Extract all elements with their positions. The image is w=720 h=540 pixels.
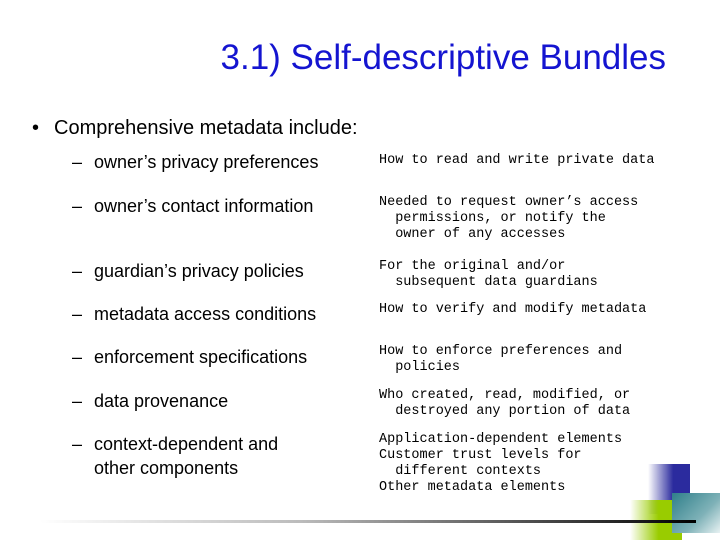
- slide-title: 3.1) Self-descriptive Bundles: [220, 38, 667, 77]
- main-bullet: • Comprehensive metadata include:: [32, 117, 358, 140]
- list-item-label: – data provenance: [72, 391, 229, 411]
- list-item-description: How to verify and modify metadata: [379, 302, 647, 317]
- main-bullet-text: Comprehensive metadata include:: [54, 117, 358, 139]
- dash-icon: –: [72, 304, 83, 324]
- dash-icon: –: [72, 152, 83, 172]
- list-item-description: Application-dependent elements Customer …: [379, 432, 623, 495]
- dash-icon: –: [72, 347, 83, 367]
- list-item-label: – context-dependent and other components: [72, 434, 279, 478]
- list-item-label: – metadata access conditions: [72, 304, 317, 324]
- deco-teal-square: [672, 493, 720, 533]
- decorative-rule: [40, 520, 696, 523]
- list-item-description: How to enforce preferences and policies: [379, 344, 623, 375]
- dash-icon: –: [72, 434, 83, 454]
- dash-icon: –: [72, 261, 83, 281]
- dash-icon: –: [72, 391, 83, 411]
- list-item-label: – owner’s contact information: [72, 196, 314, 216]
- list-item-label: – guardian’s privacy policies: [72, 261, 304, 281]
- list-item-description: How to read and write private data: [379, 153, 655, 168]
- list-item-description: Needed to request owner’s access permiss…: [379, 195, 639, 242]
- dash-icon: –: [72, 196, 83, 216]
- list-item-label: – enforcement specifications: [72, 347, 308, 367]
- list-item-label: – owner’s privacy preferences: [72, 152, 319, 172]
- list-item-description: Who created, read, modified, or destroye…: [379, 388, 631, 419]
- bullet-dot-icon: •: [32, 117, 40, 139]
- list-item-description: For the original and/or subsequent data …: [379, 259, 598, 290]
